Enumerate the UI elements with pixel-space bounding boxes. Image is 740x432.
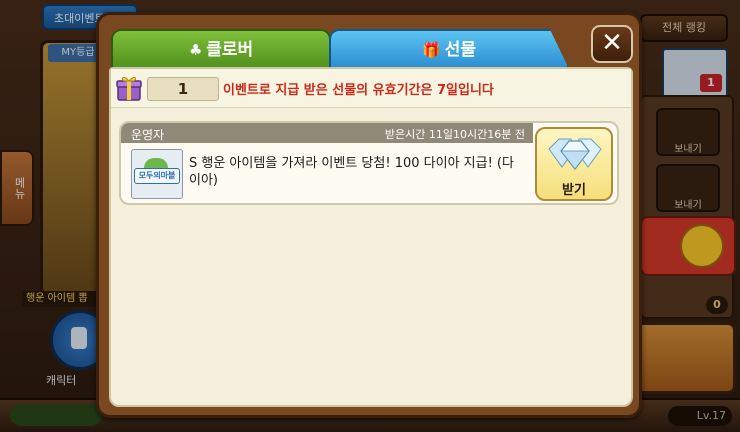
gift-icon: 🎁 xyxy=(422,41,441,59)
receive-button[interactable]: 받기 xyxy=(535,127,613,201)
modal-tabs: ♣ 클로버 🎁 선물 xyxy=(111,29,577,69)
gift-count: 1 xyxy=(147,77,219,101)
gift-received-time: 받은시간 11일10시간16분 전 xyxy=(384,128,525,141)
gift-message: S 행운 아이템을 가져라 이벤트 당첨! 100 다이아 지급! (다이아) xyxy=(189,156,514,188)
gift-box-icon xyxy=(116,77,142,101)
tab-gift[interactable]: 🎁 선물 xyxy=(329,29,569,69)
tab-gift-label: 선물 xyxy=(444,40,476,60)
clover-icon: ♣ xyxy=(188,41,203,59)
receive-button-label: 받기 xyxy=(562,183,586,198)
logo-roof-icon xyxy=(144,158,168,168)
gift-info-bar: 1 이벤트로 지급 받은 선물의 유효기간은 7일입니다 xyxy=(111,69,631,108)
close-icon: ✕ xyxy=(601,28,623,58)
tab-clover[interactable]: ♣ 클로버 xyxy=(111,29,331,69)
diamond-icon xyxy=(548,138,602,170)
gift-sender: 운영자 xyxy=(131,128,165,142)
gift-box-modal: ♣ 클로버 🎁 선물 ✕ 1 이벤트로 지급 받은 선물의 유효기간은 7일입니다 … xyxy=(96,12,642,418)
game-logo-thumbnail: 모두의마블 xyxy=(131,149,183,199)
gift-expiry-notice: 이벤트로 지급 받은 선물의 유효기간은 7일입니다 xyxy=(223,83,494,98)
logo-text: 모두의마블 xyxy=(134,168,180,184)
gift-item-header: 운영자 받은시간 11일10시간16분 전 xyxy=(121,123,533,143)
close-button[interactable]: ✕ xyxy=(591,25,633,63)
tab-clover-label: 클로버 xyxy=(206,40,254,60)
gift-list-item: 운영자 받은시간 11일10시간16분 전 모두의마블 S 행운 아이템을 가져… xyxy=(119,121,619,205)
gift-content-panel: 1 이벤트로 지급 받은 선물의 유효기간은 7일입니다 운영자 받은시간 11… xyxy=(109,67,633,407)
